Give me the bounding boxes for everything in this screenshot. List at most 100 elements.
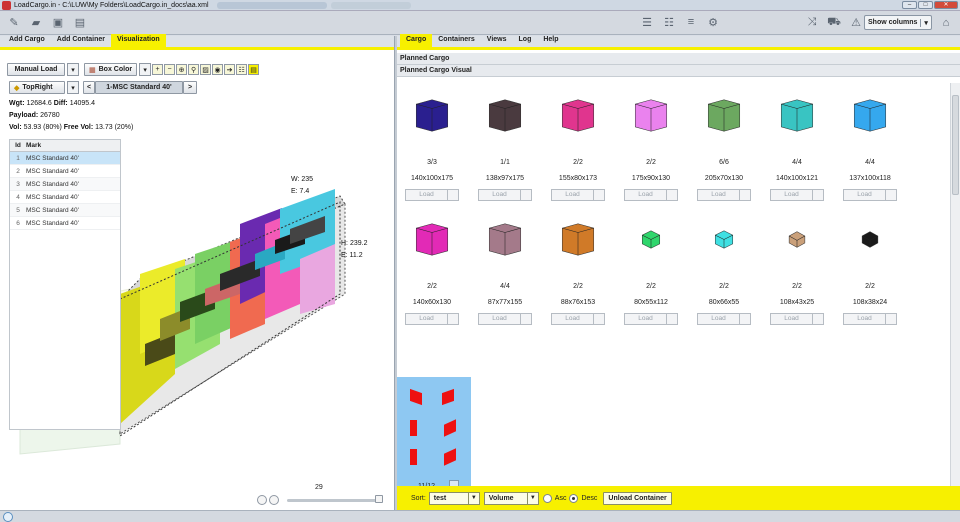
- warning-icon[interactable]: ⚠: [848, 16, 864, 30]
- cargo-item[interactable]: 2/2 140x60x130 Load: [401, 207, 463, 325]
- cargo-item[interactable]: 1/1 138x97x175 Load: [474, 83, 536, 201]
- tab-help[interactable]: Help: [537, 34, 564, 47]
- load-button[interactable]: Load: [624, 189, 678, 201]
- load-button[interactable]: Load: [697, 189, 751, 201]
- load-checkbox: [593, 314, 604, 324]
- save-as-icon[interactable]: ▤: [72, 16, 88, 30]
- show-columns-dropdown[interactable]: Show columns ▾: [864, 15, 932, 30]
- box-color-dropdown[interactable]: ▾: [139, 63, 152, 76]
- tab-views[interactable]: Views: [481, 34, 513, 47]
- tab-log[interactable]: Log: [513, 34, 538, 47]
- app-icon: [2, 0, 11, 10]
- cargo-item[interactable]: 2/2 108x38x24 Load: [839, 207, 901, 325]
- open-folder-icon[interactable]: ▰: [28, 16, 44, 30]
- table-row[interactable]: 1 MSC Standard 40': [10, 152, 120, 165]
- tab-containers[interactable]: Containers: [432, 34, 481, 47]
- sort-field-select[interactable]: test ▼: [428, 491, 480, 505]
- scrollbar-thumb[interactable]: [952, 95, 959, 195]
- new-icon[interactable]: ✎: [6, 16, 22, 30]
- manual-load-button[interactable]: Manual Load: [7, 63, 65, 76]
- settings-icon[interactable]: ⚙: [705, 15, 721, 29]
- slider-start-knob[interactable]: [257, 495, 267, 505]
- load-button[interactable]: Load: [405, 189, 459, 201]
- desc-radio[interactable]: [569, 493, 579, 503]
- planned-cargo-header[interactable]: Planned Cargo: [397, 53, 960, 65]
- cargo-dimensions: 205x70x130: [704, 175, 744, 182]
- tab-cargo[interactable]: Cargo: [400, 34, 433, 47]
- export-icon[interactable]: ➔: [224, 64, 236, 75]
- maximize-button[interactable]: □: [918, 1, 933, 9]
- vertical-scrollbar[interactable]: [950, 83, 960, 486]
- zoom-in-icon[interactable]: +: [152, 64, 164, 75]
- cargo-item[interactable]: 6/6 205x70x130 Load: [693, 83, 755, 201]
- cargo-item[interactable]: 4/4 137x100x118 Load: [839, 83, 901, 201]
- sort-bar: Sort: test ▼ Volume ▼ Asc Desc Unload Cont…: [397, 486, 960, 510]
- image-icon[interactable]: ▨: [200, 64, 212, 75]
- cargo-item[interactable]: 2/2 155x80x173 Load: [547, 83, 609, 201]
- truck-icon[interactable]: ⛟: [826, 16, 842, 30]
- load-button[interactable]: Load: [843, 313, 897, 325]
- table-row[interactable]: 5 MSC Standard 40': [10, 204, 120, 217]
- shuffle-icon[interactable]: ⤨: [804, 16, 820, 30]
- cargo-item[interactable]: 2/2 108x43x25 Load: [766, 207, 828, 325]
- load-button[interactable]: Load: [770, 313, 824, 325]
- cargo-item[interactable]: 3/3 140x100x175 Load: [401, 83, 463, 201]
- cargo-item[interactable]: 2/2 80x55x112 Load: [620, 207, 682, 325]
- cargo-item[interactable]: 2/2 80x66x55 Load: [693, 207, 755, 325]
- close-button[interactable]: ✕: [934, 1, 958, 9]
- load-button[interactable]: Load: [478, 313, 532, 325]
- box-color-label: Box Color: [98, 66, 133, 73]
- report-icon[interactable]: ☷: [236, 64, 248, 75]
- cargo-item[interactable]: 4/4 87x77x155 Load: [474, 207, 536, 325]
- load-button[interactable]: Load: [697, 313, 751, 325]
- tab-visualization[interactable]: Visualization: [111, 34, 166, 47]
- zoom-out-icon[interactable]: −: [164, 64, 176, 75]
- chevron-down-icon: ▾: [920, 18, 928, 27]
- load-button[interactable]: Load: [478, 189, 532, 201]
- load-button[interactable]: Load: [551, 189, 605, 201]
- zoom-fit-icon[interactable]: ⊕: [176, 64, 188, 75]
- load-button[interactable]: Load: [405, 313, 459, 325]
- cargo-item[interactable]: 2/2 175x90x130 Load: [620, 83, 682, 201]
- selected-cargo-item[interactable]: 11/12: [397, 377, 471, 500]
- camera-icon[interactable]: ◉: [212, 64, 224, 75]
- asc-radio[interactable]: [542, 493, 552, 503]
- box-color-button[interactable]: ▦ Box Color: [84, 63, 138, 76]
- list-bulleted-icon[interactable]: ☷: [661, 15, 677, 29]
- cargo-item[interactable]: 2/2 88x76x153 Load: [547, 207, 609, 325]
- list-numbered-icon[interactable]: ☰: [639, 15, 655, 29]
- table-row[interactable]: 2 MSC Standard 40': [10, 165, 120, 178]
- step-slider[interactable]: 29: [257, 484, 385, 507]
- pin-icon[interactable]: ⚲: [188, 64, 200, 75]
- palette-icon: ▦: [89, 66, 96, 74]
- table-row[interactable]: 6 MSC Standard 40': [10, 217, 120, 230]
- prev-container-button[interactable]: <: [83, 81, 95, 94]
- load-button[interactable]: Load: [843, 189, 897, 201]
- table-row[interactable]: 4 MSC Standard 40': [10, 191, 120, 204]
- load-button[interactable]: Load: [624, 313, 678, 325]
- cargo-item[interactable]: 4/4 140x100x121 Load: [766, 83, 828, 201]
- list-icon[interactable]: ≡: [683, 15, 699, 29]
- view-select[interactable]: ◆ TopRight: [9, 81, 65, 94]
- load-button[interactable]: Load: [770, 189, 824, 201]
- home-icon[interactable]: ⌂: [938, 16, 954, 30]
- view-dropdown[interactable]: ▾: [67, 81, 79, 94]
- slider-play-knob[interactable]: [269, 495, 279, 505]
- slider-track[interactable]: [287, 499, 379, 502]
- table-row[interactable]: 3 MSC Standard 40': [10, 178, 120, 191]
- load-button[interactable]: Load: [551, 313, 605, 325]
- visualization-panel: Add Cargo Add Container Visualization Ma…: [0, 34, 395, 510]
- container-select[interactable]: 1-MSC Standard 40': [95, 81, 183, 94]
- tab-add-cargo[interactable]: Add Cargo: [3, 34, 51, 47]
- cargo-dimensions: 140x100x121: [775, 175, 819, 182]
- unload-container-button[interactable]: Unload Container: [603, 491, 672, 505]
- minimize-button[interactable]: –: [902, 1, 917, 9]
- slider-handle[interactable]: [375, 495, 383, 503]
- manual-load-dropdown[interactable]: ▾: [67, 63, 79, 76]
- planned-cargo-visual-header[interactable]: Planned Cargo Visual: [397, 65, 960, 77]
- table-icon[interactable]: ▤: [248, 64, 260, 75]
- save-icon[interactable]: ▣: [50, 16, 66, 30]
- next-container-button[interactable]: >: [183, 81, 197, 94]
- tab-add-container[interactable]: Add Container: [51, 34, 111, 47]
- sort-by-select[interactable]: Volume ▼: [483, 491, 539, 505]
